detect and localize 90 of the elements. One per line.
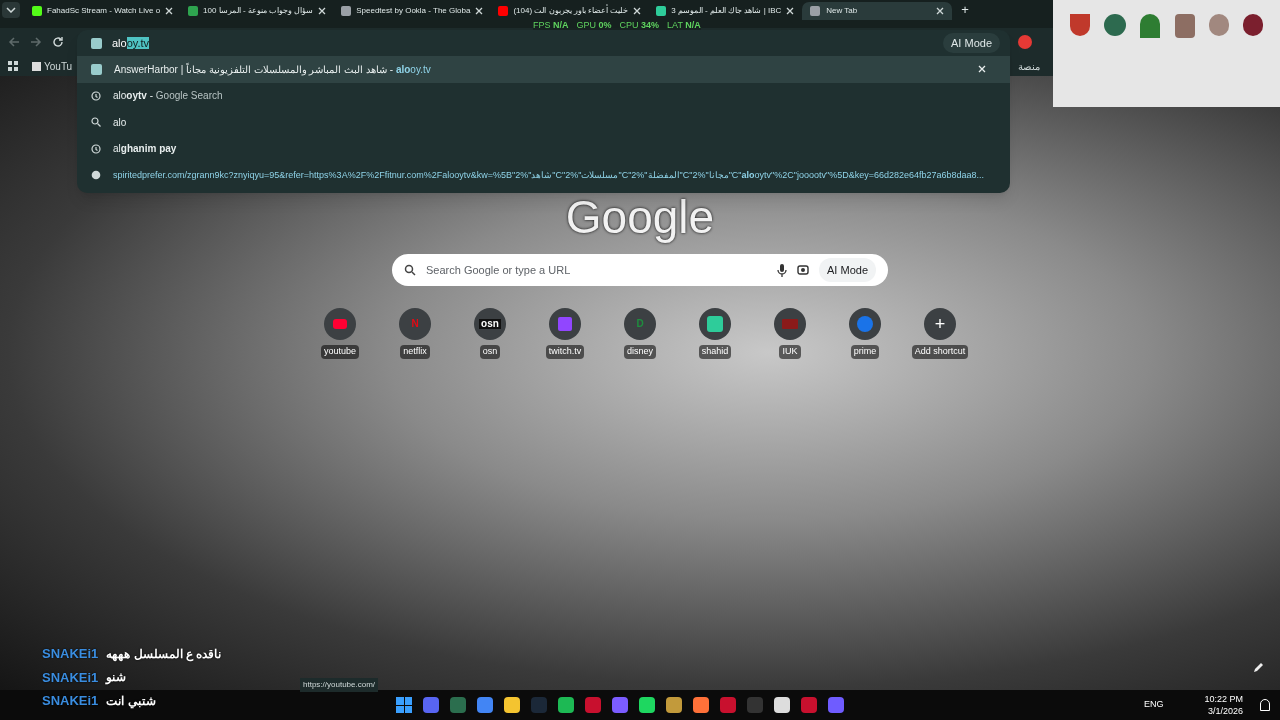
bookmark-favicon-icon (32, 61, 41, 71)
close-icon[interactable] (318, 7, 327, 15)
language-indicator[interactable]: ENG (1143, 698, 1164, 712)
new-tab-button[interactable]: + (961, 2, 969, 18)
app-icon[interactable] (504, 697, 520, 713)
plus-icon: + (934, 315, 946, 333)
ai-mode-button[interactable]: AI Mode (943, 33, 1000, 53)
chat-message: ناقده ع المسلسل هههه (106, 645, 222, 663)
shortcut-label[interactable]: prime (850, 345, 880, 359)
chat-username: SNAKEi1 (42, 668, 99, 687)
tab-title: FahadSc Stream - Watch Live o (47, 5, 161, 17)
perf-stat: CPU 34% (619, 20, 660, 30)
suggestion-row[interactable]: alghanim pay (77, 135, 1010, 162)
extension-icon[interactable] (1018, 35, 1032, 49)
app-icon[interactable] (477, 697, 493, 713)
perf-stat: FPS N/A (533, 20, 569, 30)
app-icon[interactable] (423, 697, 439, 713)
suggestion-text: alo (113, 115, 128, 130)
history-icon (91, 143, 101, 154)
browser-tab[interactable]: FahadSc Stream - Watch Live o (25, 2, 181, 20)
browser-tab[interactable]: (104) خليت أعضاء باور يجربون الت (491, 2, 649, 20)
app-icon[interactable] (693, 697, 709, 713)
chat-username: SNAKEi1 (42, 645, 99, 663)
chat-message: شنو (106, 669, 127, 687)
perf-stat: GPU 0% (576, 20, 612, 30)
close-icon[interactable] (165, 7, 174, 15)
app-icon[interactable] (639, 697, 655, 713)
chevron-down-icon (6, 7, 16, 13)
suggestion-row[interactable]: alo (77, 109, 1010, 136)
close-icon[interactable] (475, 7, 484, 15)
app-icon[interactable] (666, 697, 682, 713)
search-box[interactable]: Search Google or type a URL AI Mode (392, 254, 888, 286)
bookmark-link[interactable]: منصة (1018, 58, 1040, 74)
app-icon[interactable] (774, 697, 790, 713)
tab-title: شاهد جاك العلم - الموسم 3 | IBC (671, 5, 782, 17)
tab-title: Speedtest by Ookla - The Globa (356, 5, 471, 17)
suggestion-row[interactable]: alooytv - Google Search (77, 82, 1010, 109)
tab-search-button[interactable] (2, 2, 20, 18)
search-input[interactable]: Search Google or type a URL (426, 261, 768, 279)
suggestion-text: alooytv - Google Search (113, 89, 224, 104)
pencil-icon[interactable] (1253, 662, 1264, 673)
app-icon[interactable] (720, 697, 736, 713)
app-icon[interactable] (828, 697, 844, 713)
apps-grid-icon[interactable] (8, 61, 18, 71)
perf-stat: LAT N/A (667, 20, 701, 30)
letter-icon: N (411, 319, 419, 329)
search-icon (404, 264, 416, 276)
shortcut-label[interactable]: IUK (779, 345, 801, 359)
browser-tab[interactable]: Speedtest by Ookla - The Globa (334, 2, 491, 20)
windows-start-icon[interactable] (396, 697, 412, 713)
history-icon (91, 90, 101, 101)
shortcut-label[interactable]: twitch.tv (545, 345, 585, 359)
clock-time[interactable]: 10:22 PM (1204, 693, 1243, 705)
microphone-icon[interactable] (777, 263, 788, 277)
app-icon[interactable] (612, 697, 628, 713)
browser-tab[interactable]: شاهد جاك العلم - الموسم 3 | IBC (649, 2, 802, 20)
letter-icon: osn (479, 319, 501, 329)
close-icon[interactable] (936, 7, 945, 15)
ai-mode-button[interactable]: AI Mode (819, 258, 876, 282)
back-icon[interactable] (8, 36, 20, 48)
tab-title: (104) خليت أعضاء باور يجربون الت (513, 5, 629, 17)
app-icon[interactable] (585, 697, 601, 713)
chat-username: SNAKEi1 (42, 692, 99, 710)
tab-title: 100 سؤال وجواب منوعة - المرسا (203, 5, 314, 17)
close-icon[interactable] (633, 7, 642, 15)
remove-suggestion-icon[interactable] (978, 65, 986, 74)
site-favicon-icon (91, 63, 102, 75)
camera-icon[interactable] (797, 264, 810, 276)
shortcut-label[interactable]: disney (624, 345, 656, 359)
app-icon[interactable] (558, 697, 574, 713)
reload-icon[interactable] (52, 36, 64, 48)
app-icon[interactable] (801, 697, 817, 713)
close-icon[interactable] (786, 7, 795, 15)
clock-date[interactable]: 3/1/2026 (1207, 705, 1243, 717)
address-field[interactable]: alooy.tv (112, 34, 934, 52)
shortcut-label[interactable]: netflix (400, 345, 430, 359)
forward-icon[interactable] (30, 36, 42, 48)
shortcut-label[interactable]: Add shortcut (911, 345, 969, 359)
shortcut-label[interactable]: shahid (698, 345, 732, 359)
status-url: https://youtube.com/ (300, 678, 379, 692)
shortcut-label[interactable]: osn (479, 345, 501, 359)
bookmark-link[interactable]: YouTu (44, 58, 73, 74)
browser-tab[interactable]: New Tab (802, 2, 953, 20)
shortcut-label[interactable]: youtube (321, 345, 359, 359)
chat-message: شتبي انت (106, 692, 156, 710)
search-icon (91, 117, 101, 128)
browser-tab[interactable]: 100 سؤال وجواب منوعة - المرسا (181, 2, 334, 20)
tab-title: New Tab (826, 5, 859, 17)
letter-icon: D (636, 319, 644, 329)
suggestion-text: alghanim pay (113, 142, 178, 157)
